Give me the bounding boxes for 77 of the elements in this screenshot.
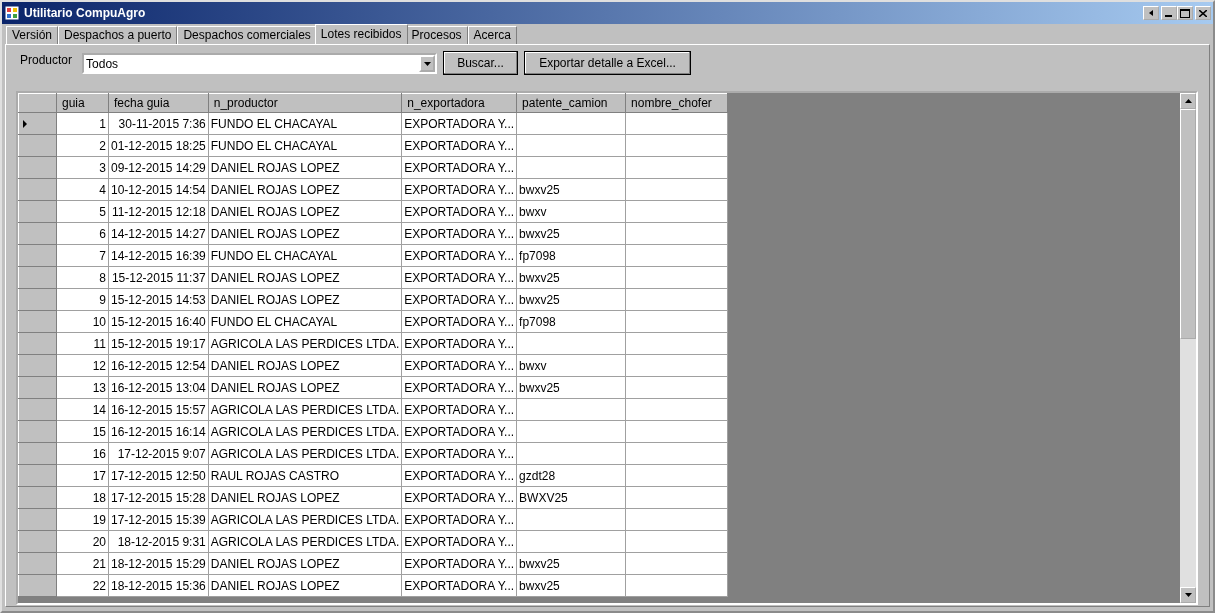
row-header[interactable]: [18, 134, 57, 157]
row-header[interactable]: [18, 332, 57, 355]
window-title: Utilitario CompuAgro: [24, 5, 146, 22]
row-header[interactable]: [18, 486, 57, 509]
scroll-down-button[interactable]: [1180, 587, 1196, 603]
column-header[interactable]: n_exportadora: [401, 93, 517, 113]
tab[interactable]: Lotes recibidos: [314, 24, 408, 44]
maximize-button[interactable]: [1177, 6, 1193, 20]
tab[interactable]: Versión: [6, 26, 59, 44]
table-cell: DANIEL ROJAS LOPEZ: [208, 178, 402, 201]
table-cell: FUNDO EL CHACAYAL: [208, 244, 402, 267]
row-header[interactable]: [18, 442, 57, 465]
table-cell: FUNDO EL CHACAYAL: [208, 112, 402, 135]
row-header[interactable]: [18, 464, 57, 487]
scrollbar-thumb[interactable]: [1180, 109, 1196, 339]
dropdown-arrow-icon: [423, 61, 431, 66]
productor-label: Productor: [20, 52, 73, 69]
table-cell: AGRICOLA LAS PERDICES LTDA.: [208, 442, 402, 465]
column-header[interactable]: patente_camion: [516, 93, 626, 113]
row-header[interactable]: [18, 574, 57, 597]
row-header[interactable]: [18, 530, 57, 553]
row-header[interactable]: [18, 178, 57, 201]
row-header[interactable]: [18, 222, 57, 245]
table-cell: DANIEL ROJAS LOPEZ: [208, 288, 402, 311]
export-button[interactable]: Exportar detalle a Excel...: [524, 51, 692, 75]
table-cell: DANIEL ROJAS LOPEZ: [208, 574, 402, 597]
scroll-up-button[interactable]: [1180, 93, 1196, 109]
tab[interactable]: Despachos comerciales: [177, 26, 317, 44]
tab[interactable]: Procesos: [405, 26, 468, 44]
table-cell: FUNDO EL CHACAYAL: [208, 310, 402, 333]
productor-dropdown[interactable]: Todos: [82, 53, 438, 74]
row-header[interactable]: [18, 288, 57, 311]
table-cell: DANIEL ROJAS LOPEZ: [208, 486, 402, 509]
tab[interactable]: Despachos a puerto: [58, 26, 178, 44]
search-button[interactable]: Buscar...: [443, 51, 519, 75]
down-triangle-icon: [1184, 593, 1192, 597]
row-header[interactable]: [18, 200, 57, 223]
close-icon: [1199, 9, 1207, 17]
row-header[interactable]: [18, 420, 57, 443]
row-header[interactable]: [18, 266, 57, 289]
table-cell: AGRICOLA LAS PERDICES LTDA.: [208, 398, 402, 421]
row-header[interactable]: [18, 376, 57, 399]
up-triangle-icon: [1184, 99, 1192, 103]
row-header[interactable]: [18, 310, 57, 333]
row-header[interactable]: [18, 112, 57, 135]
table-cell: DANIEL ROJAS LOPEZ: [208, 376, 402, 399]
row-header[interactable]: [18, 354, 57, 377]
left-triangle-icon: [1149, 10, 1153, 16]
table-cell: AGRICOLA LAS PERDICES LTDA.: [208, 332, 402, 355]
column-header[interactable]: nombre_chofer: [625, 93, 728, 113]
scroll-left-button[interactable]: [1143, 6, 1159, 20]
table-cell: DANIEL ROJAS LOPEZ: [208, 354, 402, 377]
minimize-button[interactable]: [1161, 6, 1177, 20]
table-cell: AGRICOLA LAS PERDICES LTDA.: [208, 508, 402, 531]
maximize-icon: [1180, 8, 1190, 18]
row-header[interactable]: [18, 552, 57, 575]
table-cell: DANIEL ROJAS LOPEZ: [208, 552, 402, 575]
table-cell: AGRICOLA LAS PERDICES LTDA.: [208, 420, 402, 443]
row-header[interactable]: [18, 508, 57, 531]
vertical-scrollbar[interactable]: [1180, 93, 1196, 603]
row-header[interactable]: [18, 156, 57, 179]
column-header[interactable]: n_productor: [208, 93, 402, 113]
table-cell: DANIEL ROJAS LOPEZ: [208, 156, 402, 179]
table-cell: DANIEL ROJAS LOPEZ: [208, 222, 402, 245]
row-header[interactable]: [18, 244, 57, 267]
tab[interactable]: Acerca: [467, 26, 517, 44]
app-icon: [4, 5, 20, 21]
table-cell: FUNDO EL CHACAYAL: [208, 134, 402, 157]
table-cell: RAUL ROJAS CASTRO: [208, 464, 402, 487]
table-cell: AGRICOLA LAS PERDICES LTDA.: [208, 530, 402, 553]
column-header[interactable]: fecha guia: [108, 93, 209, 113]
current-row-icon: [23, 119, 27, 128]
column-header[interactable]: guia: [56, 93, 109, 113]
table-cell: DANIEL ROJAS LOPEZ: [208, 200, 402, 223]
table-cell: DANIEL ROJAS LOPEZ: [208, 266, 402, 289]
close-button[interactable]: [1195, 6, 1211, 20]
row-header[interactable]: [18, 398, 57, 421]
